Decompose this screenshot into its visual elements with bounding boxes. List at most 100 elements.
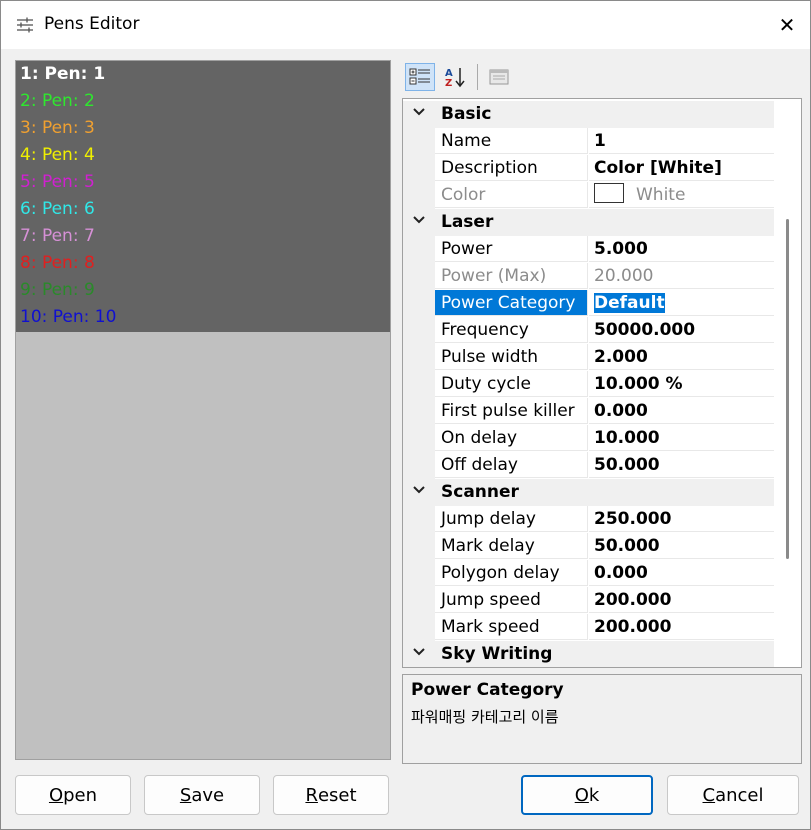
property-row[interactable]: Power (Max) 20.000 xyxy=(403,263,774,290)
sort-az-icon: A Z xyxy=(445,68,465,88)
property-value-text: Default xyxy=(594,293,665,313)
property-value-text: 50000.000 xyxy=(594,320,696,340)
property-name[interactable]: Power xyxy=(435,236,588,262)
chevron-down-icon[interactable] xyxy=(412,483,426,497)
property-row[interactable]: Description Color [White] xyxy=(403,155,774,182)
property-row[interactable]: Duty cycle 10.000 % xyxy=(403,371,774,398)
description-title: Power Category xyxy=(411,680,564,700)
pen-list-item[interactable]: 7: Pen: 7 xyxy=(20,223,95,250)
property-name[interactable]: Power Category xyxy=(435,290,588,316)
property-value[interactable]: 20.000 xyxy=(589,263,774,289)
property-name[interactable]: Off delay xyxy=(435,452,588,478)
property-value[interactable]: 0.000 xyxy=(589,398,774,424)
ok-button[interactable]: Ok xyxy=(521,775,653,815)
reset-button[interactable]: Reset xyxy=(273,775,389,815)
property-row[interactable]: Mark delay 50.000 xyxy=(403,533,774,560)
property-value[interactable]: Color [White] xyxy=(589,155,774,181)
property-name[interactable]: Color xyxy=(435,182,588,208)
property-name[interactable]: Pulse width xyxy=(435,344,588,370)
property-row[interactable]: Off delay 50.000 xyxy=(403,452,774,479)
property-row[interactable]: Jump delay 250.000 xyxy=(403,506,774,533)
property-value-text: 10.000 % xyxy=(594,374,683,394)
property-value[interactable]: White xyxy=(589,182,774,208)
property-name[interactable]: Power (Max) xyxy=(435,263,588,289)
property-value-text: 5.000 xyxy=(594,239,648,259)
property-value[interactable]: 200.000 xyxy=(589,614,774,640)
property-name[interactable]: On delay xyxy=(435,425,588,451)
pen-list-item[interactable]: 4: Pen: 4 xyxy=(20,142,95,169)
property-row[interactable]: Frequency 50000.000 xyxy=(403,317,774,344)
property-value[interactable]: 1 xyxy=(589,128,774,154)
property-category[interactable]: Basic xyxy=(403,101,774,128)
row-gutter xyxy=(403,587,435,614)
property-name[interactable]: Name xyxy=(435,128,588,154)
categorized-view-button[interactable] xyxy=(405,63,435,91)
property-category[interactable]: Sky Writing xyxy=(403,641,774,667)
row-gutter xyxy=(403,182,435,209)
property-pages-icon xyxy=(489,69,509,85)
cancel-button[interactable]: Cancel xyxy=(667,775,799,815)
property-row[interactable]: Power Category Default xyxy=(403,290,774,317)
pen-list-items-area: 1: Pen: 1 2: Pen: 2 3: Pen: 3 4: Pen: 4 5: P… xyxy=(16,61,390,332)
property-row[interactable]: Mark speed 200.000 xyxy=(403,614,774,641)
property-name[interactable]: Frequency xyxy=(435,317,588,343)
property-row[interactable]: First pulse killer 0.000 xyxy=(403,398,774,425)
property-value[interactable]: Default xyxy=(589,290,774,316)
toolbar-separator xyxy=(477,64,478,90)
property-name[interactable]: First pulse killer xyxy=(435,398,588,424)
save-button[interactable]: Save xyxy=(144,775,260,815)
property-value[interactable]: 5.000 xyxy=(589,236,774,262)
svg-text:Z: Z xyxy=(445,78,452,88)
color-swatch xyxy=(594,183,624,203)
property-grid[interactable]: Basic Name 1 Description Color [White] Color W… xyxy=(402,98,802,668)
chevron-down-icon[interactable] xyxy=(412,105,426,119)
property-value[interactable]: 2.000 xyxy=(589,344,774,370)
chevron-down-icon[interactable] xyxy=(412,645,426,659)
pen-list-item[interactable]: 10: Pen: 10 xyxy=(20,304,116,331)
pen-list-item[interactable]: 2: Pen: 2 xyxy=(20,88,95,115)
reset-button-mnemonic: R xyxy=(305,784,318,806)
property-name[interactable]: Polygon delay xyxy=(435,560,588,586)
property-value[interactable]: 50.000 xyxy=(589,452,774,478)
property-row[interactable]: On delay 10.000 xyxy=(403,425,774,452)
property-name[interactable]: Mark speed xyxy=(435,614,588,640)
pen-list-item[interactable]: 8: Pen: 8 xyxy=(20,250,95,277)
property-value[interactable]: 10.000 % xyxy=(589,371,774,397)
pen-list-item[interactable]: 5: Pen: 5 xyxy=(20,169,95,196)
window-title: Pens Editor xyxy=(44,14,140,34)
property-grid-scrollbar[interactable] xyxy=(775,99,801,667)
property-row[interactable]: Jump speed 200.000 xyxy=(403,587,774,614)
property-name[interactable]: Duty cycle xyxy=(435,371,588,397)
property-name[interactable]: Mark delay xyxy=(435,533,588,559)
property-pages-button[interactable] xyxy=(484,63,514,91)
property-value[interactable]: 0.000 xyxy=(589,560,774,586)
category-label: Scanner xyxy=(441,482,519,502)
chevron-down-icon[interactable] xyxy=(412,213,426,227)
property-name[interactable]: Jump delay xyxy=(435,506,588,532)
pen-list-item[interactable]: 6: Pen: 6 xyxy=(20,196,95,223)
property-value[interactable]: 50.000 xyxy=(589,533,774,559)
pen-list-item[interactable]: 1: Pen: 1 xyxy=(20,61,105,88)
pen-list-item[interactable]: 3: Pen: 3 xyxy=(20,115,95,142)
open-button[interactable]: Open xyxy=(15,775,131,815)
alphabetical-sort-button[interactable]: A Z xyxy=(440,63,470,91)
property-value[interactable]: 10.000 xyxy=(589,425,774,451)
property-row[interactable]: Color White xyxy=(403,182,774,209)
row-gutter xyxy=(403,425,435,452)
pen-list[interactable]: 1: Pen: 1 2: Pen: 2 3: Pen: 3 4: Pen: 4 5: P… xyxy=(15,60,391,760)
scrollbar-thumb[interactable] xyxy=(786,219,789,559)
property-name[interactable]: Description xyxy=(435,155,588,181)
property-name[interactable]: Jump speed xyxy=(435,587,588,613)
property-row[interactable]: Power 5.000 xyxy=(403,236,774,263)
property-row[interactable]: Pulse width 2.000 xyxy=(403,344,774,371)
pen-list-item[interactable]: 9: Pen: 9 xyxy=(20,277,95,304)
close-button[interactable]: ✕ xyxy=(764,1,810,49)
property-category[interactable]: Laser xyxy=(403,209,774,236)
property-row[interactable]: Polygon delay 0.000 xyxy=(403,560,774,587)
property-value[interactable]: 250.000 xyxy=(589,506,774,532)
property-row[interactable]: Name 1 xyxy=(403,128,774,155)
property-category[interactable]: Scanner xyxy=(403,479,774,506)
property-value[interactable]: 200.000 xyxy=(589,587,774,613)
property-value[interactable]: 50000.000 xyxy=(589,317,774,343)
property-value-text: Color [White] xyxy=(594,158,722,178)
